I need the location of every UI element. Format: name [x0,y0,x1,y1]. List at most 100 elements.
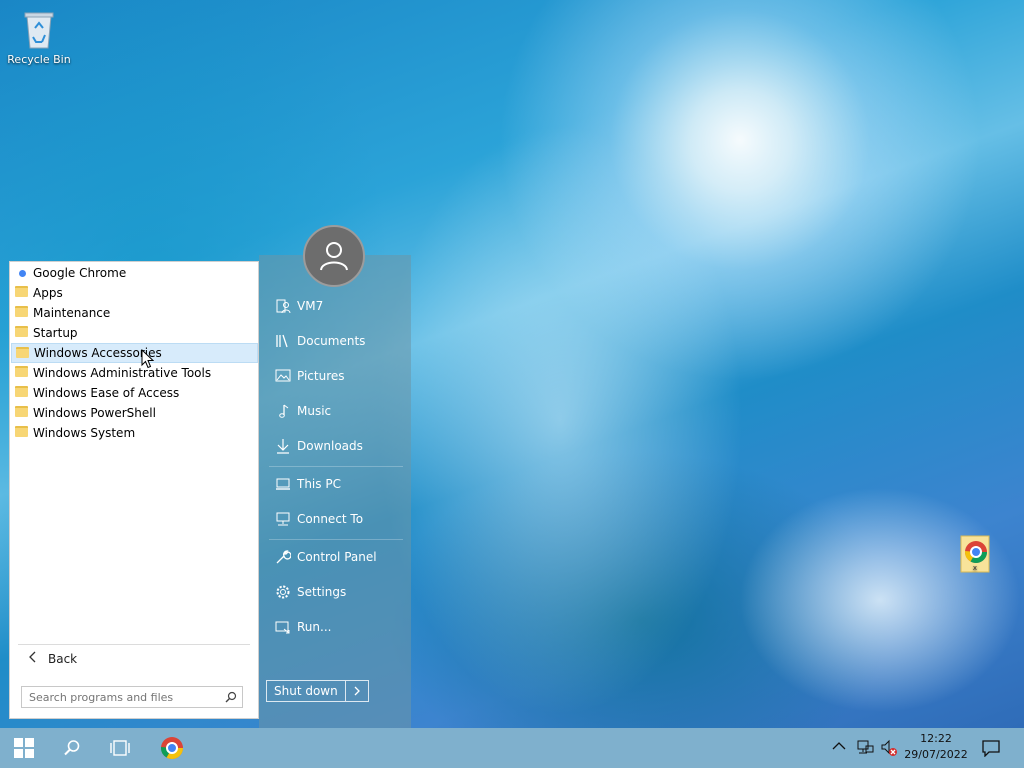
place-connect-to[interactable]: Connect To [269,506,409,532]
tray-clock[interactable]: 12:22 29/07/2022 [900,731,972,763]
place-this-pc[interactable]: This PC [269,471,409,497]
back-button[interactable]: Back [18,648,250,670]
shutdown-button[interactable]: Shut down [267,681,346,701]
folder-icon [15,326,28,337]
programs-pane: Google Chrome Apps Maintenance Startup W… [9,261,259,719]
place-label: Music [297,404,332,418]
computer-icon [276,478,290,490]
program-google-chrome[interactable]: Google Chrome [11,263,258,283]
show-hidden-icons-button[interactable] [832,740,846,754]
chevron-right-icon [354,686,360,696]
run-icon [275,621,290,634]
shutdown-group: Shut down [266,680,369,702]
start-button[interactable] [0,728,48,768]
pictures-icon [275,369,291,382]
task-view-icon [110,740,130,756]
program-folder-apps[interactable]: Apps [11,283,258,303]
back-divider [18,644,250,645]
place-music[interactable]: Music [269,398,409,424]
taskbar-chrome-button[interactable] [148,728,196,768]
gear-icon [276,585,290,599]
search-icon[interactable] [220,691,242,703]
wrench-icon [276,550,291,564]
place-label: Control Panel [297,550,377,564]
taskbar: 12:22 29/07/2022 [0,728,1024,768]
chrome-shortcut-icon: x [960,535,990,573]
program-folder-windows-administrative-tools[interactable]: Windows Administrative Tools [11,363,258,383]
folder-icon [15,386,28,397]
shutdown-options-button[interactable] [346,681,368,701]
program-label: Maintenance [33,306,111,320]
place-label: Settings [297,585,347,599]
notification-icon [982,740,1000,758]
program-folder-windows-system[interactable]: Windows System [11,423,258,443]
place-label: Downloads [297,439,363,453]
clock-date: 29/07/2022 [904,748,968,761]
place-settings[interactable]: Settings [269,579,409,605]
back-label: Back [48,652,78,666]
place-documents[interactable]: Documents [269,328,409,354]
volume-tray-button[interactable] [880,739,898,760]
program-label: Windows System [33,426,136,440]
place-pictures[interactable]: Pictures [269,363,409,389]
recycle-bin-icon [24,12,54,49]
downloads-icon [277,439,289,454]
folder-icon [15,306,28,317]
place-user-folder[interactable]: VM7 [269,293,409,319]
places-divider [269,539,403,540]
program-folder-maintenance[interactable]: Maintenance [11,303,258,323]
program-folder-windows-accessories[interactable]: Windows Accessories [11,343,258,363]
svg-text:x: x [973,564,977,572]
chrome-desktop-shortcut[interactable]: x [942,532,1008,577]
user-avatar[interactable] [303,225,365,287]
places-divider [269,466,403,467]
place-label: Documents [297,334,366,348]
windows-start-icon [14,738,34,758]
task-view-button[interactable] [96,728,144,768]
volume-muted-icon [881,739,897,756]
program-label: Apps [33,286,63,300]
search-icon [64,740,80,756]
user-folder-icon [276,299,291,314]
action-center-button[interactable] [982,739,1000,760]
places-pane: VM7 Documents Pictures Music Downloads T… [259,225,411,728]
recycle-bin-label: Recycle Bin [7,53,71,66]
network-tray-button[interactable] [856,740,874,759]
place-label: Run... [297,620,332,634]
folder-icon [15,406,28,417]
chevron-left-icon [29,651,36,663]
program-folder-startup[interactable]: Startup [11,323,258,343]
program-label: Windows Ease of Access [33,386,180,400]
program-label: Windows PowerShell [33,406,156,420]
network-icon [276,512,290,526]
program-label: Google Chrome [33,266,127,280]
place-run[interactable]: Run... [269,614,409,640]
program-folder-windows-ease-of-access[interactable]: Windows Ease of Access [11,383,258,403]
shutdown-label: Shut down [274,684,338,698]
program-folder-windows-powershell[interactable]: Windows PowerShell [11,403,258,423]
search-input[interactable] [22,690,220,704]
taskbar-search-button[interactable] [48,728,96,768]
mouse-cursor-icon [141,349,154,369]
music-icon [279,404,289,418]
folder-icon [15,426,28,437]
folder-icon [16,347,29,358]
network-icon [857,740,874,754]
chevron-up-icon [832,742,846,750]
place-downloads[interactable]: Downloads [269,433,409,459]
place-label: VM7 [297,299,324,313]
place-label: Connect To [297,512,364,526]
user-icon [320,242,348,271]
recycle-bin-shortcut[interactable]: Recycle Bin [4,8,74,66]
folder-icon [15,286,28,297]
documents-icon [276,334,288,348]
place-label: This PC [297,477,341,491]
program-label: Windows Administrative Tools [33,366,212,380]
place-label: Pictures [297,369,345,383]
search-box [21,686,243,708]
place-control-panel[interactable]: Control Panel [269,544,409,570]
start-menu: VM7 Documents Pictures Music Downloads T… [9,225,411,728]
program-label: Startup [33,326,78,340]
folder-icon [15,366,28,377]
clock-time: 12:22 [920,732,952,745]
